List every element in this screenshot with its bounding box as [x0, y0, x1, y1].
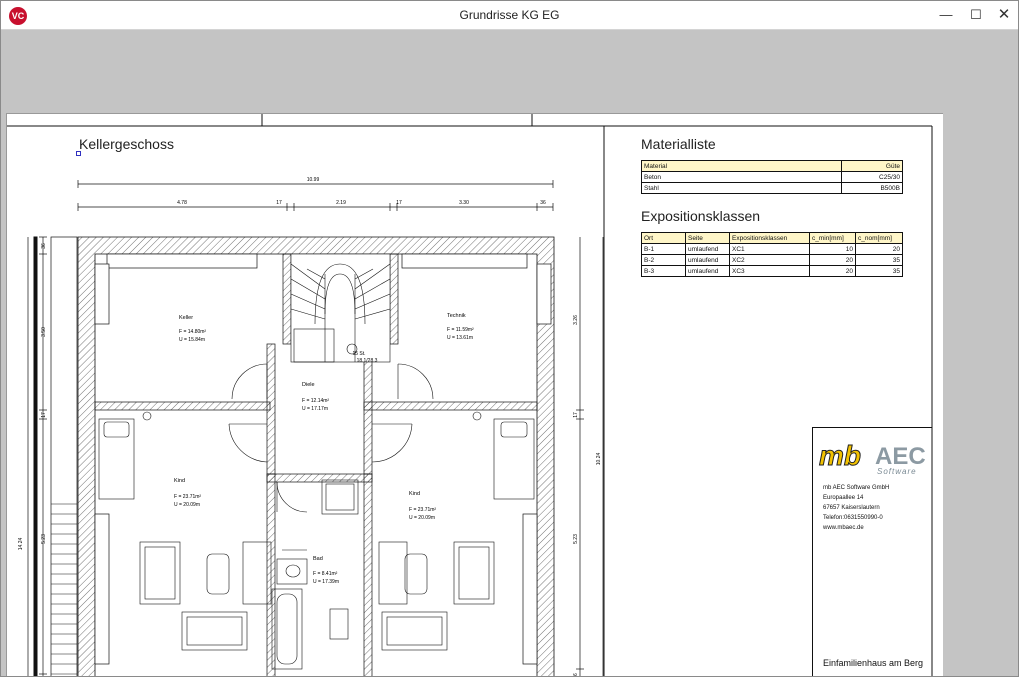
- company-logo-software: Software: [877, 467, 917, 476]
- title-bar[interactable]: VC Grundrisse KG EG — ☐ ✕: [1, 1, 1018, 30]
- table-cell: Beton: [641, 171, 842, 183]
- drawing-viewport[interactable]: Kellergeschoss 10.99 4.78 17 2.19 17 3.3…: [1, 30, 1018, 676]
- expo-header-cnom: c_nom[mm]: [855, 232, 903, 244]
- company-address: mb AEC Software GmbH Europaallee 14 6765…: [823, 483, 889, 533]
- company-city: 67657 Kaiserslautern: [823, 505, 880, 511]
- dim-left-e: 14.24: [18, 538, 24, 551]
- expo-header-cmin: c_min[mm]: [809, 232, 856, 244]
- table-cell: 35: [855, 254, 903, 266]
- exterior-stair: [33, 236, 78, 676]
- table-cell: 35: [855, 265, 903, 277]
- table-cell: umlaufend: [685, 265, 730, 277]
- floor-plan[interactable]: 10.99 4.78 17 2.19 17 3.30 36 36 3.50 17: [7, 114, 607, 676]
- main-staircase: [290, 253, 391, 363]
- room-technik-area: F = 11.59m²: [447, 327, 474, 333]
- dim-right-d: 10.24: [596, 453, 602, 466]
- table-cell: B-3: [641, 265, 686, 277]
- table-cell: B-2: [641, 254, 686, 266]
- dim-seg3: 2.19: [336, 200, 346, 206]
- dim-seg1: 4.78: [177, 200, 187, 206]
- room-technik-name: Technik: [447, 313, 466, 319]
- window-title: Grundrisse KG EG: [459, 8, 560, 22]
- room-bad-area: F = 8.41m²: [313, 571, 338, 577]
- table-cell: 20: [855, 243, 903, 255]
- expo-header-ort: Ort: [641, 232, 686, 244]
- room-diele-perimeter: U = 17.17m: [302, 406, 328, 412]
- table-cell: Stahl: [641, 182, 842, 194]
- table-cell: XC3: [729, 265, 810, 277]
- room-kind2-perimeter: U = 20.09m: [409, 515, 435, 521]
- dim-left-b: 3.50: [41, 327, 47, 337]
- table-cell: umlaufend: [685, 254, 730, 266]
- room-kind1-perimeter: U = 20.09m: [174, 502, 200, 508]
- table-cell: C25/30: [841, 171, 903, 183]
- drawing-sheet[interactable]: Kellergeschoss 10.99 4.78 17 2.19 17 3.3…: [6, 113, 943, 676]
- room-keller-area: F = 14.80m²: [179, 329, 206, 335]
- app-window: VC Grundrisse KG EG — ☐ ✕ Kellergeschoss: [0, 0, 1019, 677]
- table-cell: 20: [809, 265, 856, 277]
- company-logo-mb: mb: [819, 440, 862, 472]
- table-row[interactable]: Beton C25/30: [641, 171, 903, 183]
- dim-right-e: 36: [573, 673, 579, 676]
- materialliste-table[interactable]: Material Güte Beton C25/30 Stahl B500B: [641, 160, 903, 194]
- table-cell: B-1: [641, 243, 686, 255]
- dim-seg5: 3.30: [459, 200, 469, 206]
- title-block: mb AEC Software mb AEC Software GmbH Eur…: [812, 427, 932, 676]
- room-keller-name: Keller: [179, 315, 193, 321]
- expo-header-klassen: Expositionsklassen: [729, 232, 810, 244]
- table-row[interactable]: B-3 umlaufend XC3 20 35: [641, 265, 903, 277]
- dimension-lines-top: [77, 180, 554, 211]
- room-kind2-area: F = 23.71m²: [409, 507, 436, 513]
- room-kind1-name: Kind: [174, 478, 185, 484]
- table-row[interactable]: B-1 umlaufend XC1 10 20: [641, 243, 903, 255]
- dim-total: 10.99: [307, 177, 320, 183]
- room-kind2-name: Kind: [409, 491, 420, 497]
- project-name: Einfamilienhaus am Berg: [823, 658, 924, 668]
- expositionsklassen-heading: Expositionsklassen: [641, 208, 761, 224]
- dim-seg2: 17: [276, 200, 282, 206]
- dim-seg4: 17: [396, 200, 402, 206]
- dim-right-b: 17: [573, 412, 579, 418]
- dim-left-a: 36: [41, 243, 47, 249]
- dim-seg6: 36: [540, 200, 546, 206]
- room-bad-name: Bad: [313, 556, 323, 562]
- company-name: mb AEC Software GmbH: [823, 485, 890, 491]
- room-diele-area: F = 12.14m²: [302, 398, 329, 404]
- table-row[interactable]: Stahl B500B: [641, 182, 903, 194]
- doors: [228, 363, 434, 513]
- table-cell: XC1: [729, 243, 810, 255]
- materialliste-heading: Materialliste: [641, 136, 716, 152]
- table-cell: B500B: [841, 182, 903, 194]
- close-button[interactable]: ✕: [989, 1, 1018, 29]
- room-bad-perimeter: U = 17.39m: [313, 579, 339, 585]
- room-kind1-area: F = 23.71m²: [174, 494, 201, 500]
- stair-label-1: 15 St.: [352, 351, 365, 357]
- table-cell: 20: [809, 254, 856, 266]
- table-cell: XC2: [729, 254, 810, 266]
- stair-label-2: 18.1/28.3: [357, 358, 378, 364]
- dim-right-c: 5.23: [573, 534, 579, 544]
- room-diele-name: Diele: [302, 382, 315, 388]
- furniture: [98, 411, 535, 670]
- company-street: Europaallee 14: [823, 495, 864, 501]
- table-cell: umlaufend: [685, 243, 730, 255]
- dim-right-a: 3.26: [573, 315, 579, 325]
- materialliste-header-material: Material: [641, 160, 842, 172]
- table-cell: 10: [809, 243, 856, 255]
- company-phone: Telefon:0631550990-0: [823, 515, 883, 521]
- room-keller-perimeter: U = 15.84m: [179, 337, 205, 343]
- company-web: www.mbaec.de: [823, 525, 864, 531]
- room-technik-perimeter: U = 13.61m: [447, 335, 473, 341]
- minimize-button[interactable]: —: [931, 1, 961, 29]
- maximize-button[interactable]: ☐: [961, 1, 991, 29]
- dim-left-c: 17: [41, 412, 47, 418]
- dim-left-d: 5.23: [41, 534, 47, 544]
- expositionsklassen-table[interactable]: Ort Seite Expositionsklassen c_min[mm] c…: [641, 232, 903, 277]
- expo-header-seite: Seite: [685, 232, 730, 244]
- table-row[interactable]: B-2 umlaufend XC2 20 35: [641, 254, 903, 266]
- materialliste-header-guete: Güte: [841, 160, 903, 172]
